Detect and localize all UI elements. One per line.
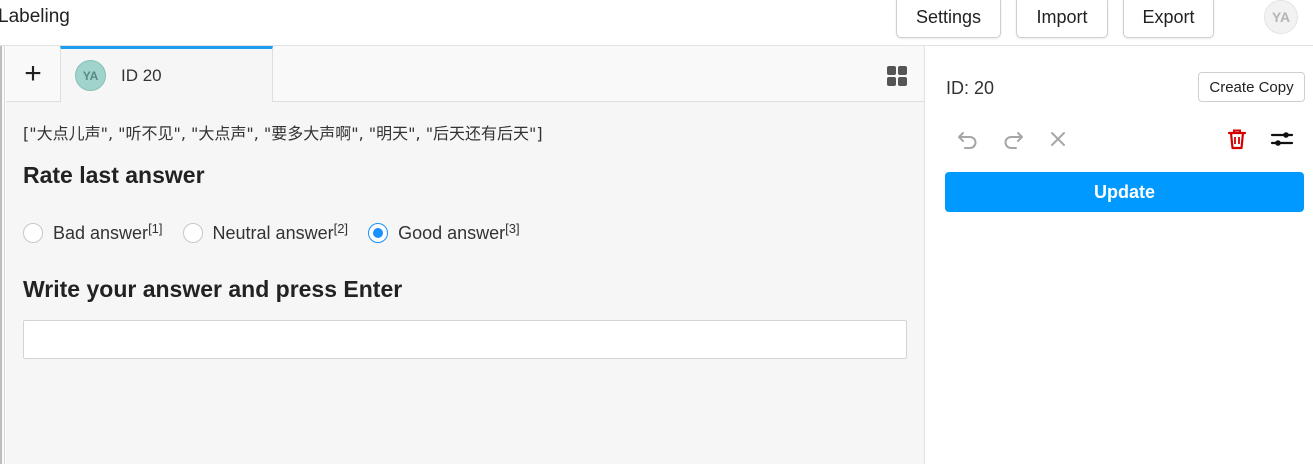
radio-button[interactable] — [23, 223, 43, 243]
radio-button-selected[interactable] — [368, 223, 389, 243]
annotation-tabs: + YA ID 20 — [6, 46, 924, 102]
choice-bad-answer[interactable]: Bad answer[1] — [23, 220, 163, 244]
choice-label: Good answer — [398, 222, 506, 243]
choice-label: Neutral answer — [212, 222, 334, 243]
radio-button[interactable] — [182, 223, 203, 243]
hotkey-label: [2] — [333, 220, 349, 236]
reset-icon[interactable] — [1045, 126, 1071, 152]
tab-label: ID 20 — [121, 66, 162, 85]
undo-icon[interactable] — [955, 126, 981, 152]
rating-choices: Bad answer[1] Neutral answer[2] Good ans… — [23, 220, 540, 246]
import-button[interactable]: Import — [1016, 0, 1108, 38]
choice-label: Bad answer — [53, 222, 149, 243]
answer-heading: Write your answer and press Enter — [23, 276, 403, 302]
tab-annotation-20[interactable]: YA ID 20 — [60, 46, 273, 102]
redo-icon[interactable] — [1000, 126, 1026, 152]
create-copy-button[interactable]: Create Copy — [1198, 72, 1305, 102]
choice-good-answer[interactable]: Good answer[3] — [368, 220, 520, 244]
answer-input[interactable] — [23, 320, 907, 359]
side-panel: ID: 20 Create Copy Update — [924, 46, 1313, 464]
rating-heading: Rate last answer — [23, 162, 205, 188]
settings-button[interactable]: Settings — [896, 0, 1001, 38]
hotkey-label: [3] — [505, 220, 520, 236]
export-button[interactable]: Export — [1123, 0, 1214, 38]
delete-icon[interactable] — [1224, 126, 1250, 152]
hotkey-label: [1] — [148, 220, 163, 236]
app-title: Labeling — [0, 6, 70, 27]
top-bar: Labeling Settings Import Export YA — [0, 0, 1313, 46]
user-avatar[interactable]: YA — [1264, 0, 1298, 34]
settings-sliders-icon[interactable] — [1269, 126, 1295, 152]
left-edge-divider — [0, 46, 5, 464]
choice-neutral-answer[interactable]: Neutral answer[2] — [182, 220, 349, 244]
dialogue-text: ["大点儿声", "听不见", "大点声", "要多大声啊", "明天", "后… — [23, 124, 543, 143]
grid-view-icon[interactable] — [886, 65, 908, 87]
annotation-panel: + YA ID 20 ["大点儿声", "听不见", "大点声", "要多大声啊… — [6, 46, 924, 464]
add-annotation-button[interactable]: + — [6, 46, 60, 102]
update-button[interactable]: Update — [945, 172, 1304, 212]
task-content: ["大点儿声", "听不见", "大点声", "要多大声啊", "明天", "后… — [23, 122, 913, 359]
avatar: YA — [75, 60, 106, 91]
task-id-label: ID: 20 — [946, 78, 995, 98]
